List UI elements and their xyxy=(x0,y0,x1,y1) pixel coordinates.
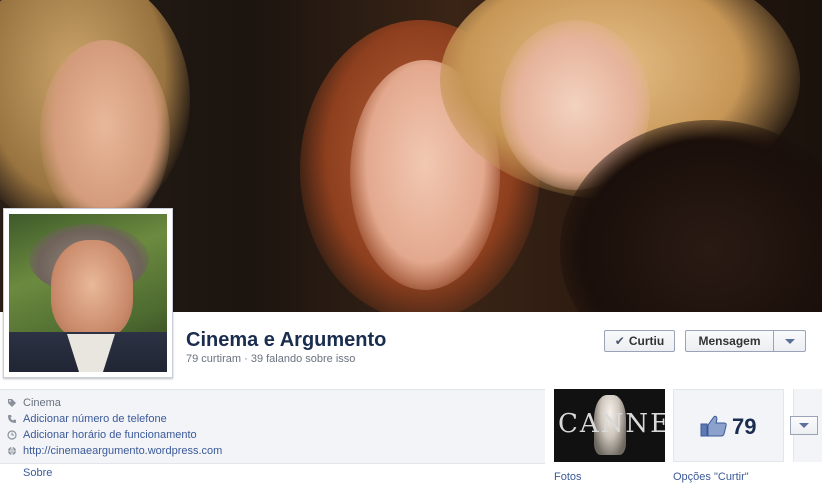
add-phone-link[interactable]: Adicionar número de telefone xyxy=(23,413,167,425)
profile-photo xyxy=(9,214,167,372)
more-actions-button[interactable] xyxy=(773,330,806,352)
page-title: Cinema e Argumento xyxy=(186,329,387,351)
caret-down-icon xyxy=(799,423,809,428)
liked-button[interactable]: ✔ Curtiu xyxy=(604,330,675,352)
stats-separator: · xyxy=(244,353,248,365)
clock-icon xyxy=(6,430,18,440)
phone-icon xyxy=(6,414,18,424)
info-add-hours[interactable]: Adicionar horário de funcionamento xyxy=(6,428,197,442)
likes-box[interactable]: 79 xyxy=(673,389,784,462)
info-website[interactable]: http://cinemaeargumento.wordpress.com xyxy=(6,444,222,458)
cover-face-left xyxy=(40,40,170,230)
website-link[interactable]: http://cinemaeargumento.wordpress.com xyxy=(23,445,222,457)
info-category: Cinema xyxy=(6,396,61,410)
likes-count-text[interactable]: 79 curtiram xyxy=(186,353,241,365)
talking-about-text[interactable]: 39 falando sobre isso xyxy=(251,353,356,365)
page-stats: 79 curtiram · 39 falando sobre isso xyxy=(186,353,355,365)
check-icon: ✔ xyxy=(614,334,625,348)
message-button-label: Mensagem xyxy=(698,334,761,348)
add-hours-link[interactable]: Adicionar horário de funcionamento xyxy=(23,429,197,441)
more-apps-button[interactable] xyxy=(790,416,818,435)
about-info-box: Cinema Adicionar número de telefone Adic… xyxy=(0,389,545,464)
info-add-phone[interactable]: Adicionar número de telefone xyxy=(6,412,167,426)
tab-like-options[interactable]: Opções "Curtir" xyxy=(673,471,749,483)
photos-thumbnail[interactable]: CANNES xyxy=(554,389,665,462)
profile-face xyxy=(51,240,133,340)
photo-overlay-text: CANNES xyxy=(558,409,665,439)
profile-picture[interactable] xyxy=(3,208,173,378)
caret-down-icon xyxy=(784,338,795,344)
tab-photos[interactable]: Fotos xyxy=(554,471,582,483)
likes-count: 79 xyxy=(732,414,757,439)
thumbs-up-icon xyxy=(700,415,728,437)
tag-icon xyxy=(6,398,18,408)
globe-icon xyxy=(6,446,18,456)
message-button[interactable]: Mensagem xyxy=(685,330,774,352)
category-label: Cinema xyxy=(23,397,61,409)
tab-about[interactable]: Sobre xyxy=(23,467,52,479)
liked-button-label: Curtiu xyxy=(628,334,665,348)
